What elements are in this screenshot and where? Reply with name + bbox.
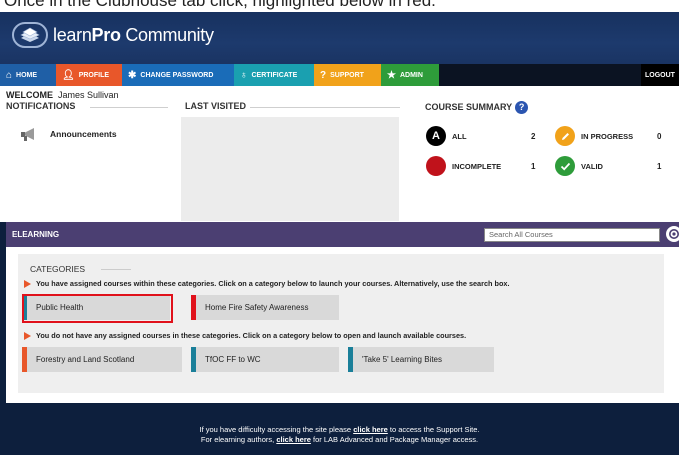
- nav-change-password[interactable]: ✱ CHANGE PASSWORD: [122, 64, 234, 86]
- welcome-message: WELCOME James Sullivan: [6, 90, 119, 100]
- logo-text-tail: Community: [120, 24, 214, 45]
- welcome-label: WELCOME: [6, 90, 53, 100]
- course-category-label: Forestry and Land Scotland: [36, 355, 135, 364]
- course-summary-title: COURSE SUMMARY?: [425, 101, 529, 114]
- nav-home[interactable]: ⌂ HOME: [0, 64, 56, 86]
- nav-change-password-label: CHANGE PASSWORD: [140, 71, 214, 79]
- check-icon: [555, 156, 575, 176]
- main-nav: ⌂ HOME 👤︎ PROFILE ✱ CHANGE PASSWORD ♁ CE…: [0, 64, 679, 86]
- logo-text-bold: Pro: [91, 24, 121, 45]
- nav-support-label: SUPPORT: [330, 71, 364, 79]
- summary-incomplete-count: 1: [531, 162, 536, 171]
- nav-certificate[interactable]: ♁ CERTIFICATE: [234, 64, 314, 86]
- course-category-label: 'Take 5' Learning Bites: [362, 355, 442, 364]
- learnpro-window: learnPro Community ⌂ HOME 👤︎ PROFILE ✱ C…: [0, 12, 679, 455]
- pencil-icon: [555, 126, 575, 146]
- dashboard-panel: WELCOME James Sullivan NOTIFICATIONS Ann…: [0, 86, 679, 222]
- logo[interactable]: learnPro Community: [12, 22, 214, 48]
- assigned-info: You have assigned courses within these c…: [24, 279, 510, 288]
- support-site-link[interactable]: click here: [353, 425, 388, 434]
- nav-profile-label: PROFILE: [78, 71, 110, 79]
- summary-incomplete[interactable]: INCOMPLETE: [426, 156, 501, 176]
- question-icon: ?: [320, 69, 327, 81]
- footer-line1-pre: If you have difficulty accessing the sit…: [199, 425, 354, 434]
- course-summary-label: COURSE SUMMARY: [425, 101, 513, 112]
- caption-strip: Once in the Clubhouse tab click, highlig…: [0, 0, 679, 12]
- course-category-home-fire-safety[interactable]: Home Fire Safety Awareness: [191, 295, 339, 320]
- caption-text: Once in the Clubhouse tab click, highlig…: [4, 0, 436, 10]
- category-color-stripe: [191, 347, 196, 372]
- nav-logout-label: LOGOUT: [645, 71, 675, 79]
- course-category-take5[interactable]: 'Take 5' Learning Bites: [348, 347, 494, 372]
- logo-icon: [12, 22, 48, 48]
- last-visited-divider: [250, 107, 400, 108]
- summary-valid[interactable]: VALID: [555, 156, 603, 176]
- all-badge-icon: A: [426, 126, 446, 146]
- nav-home-label: HOME: [16, 71, 38, 79]
- nav-logout[interactable]: LOGOUT: [641, 64, 679, 86]
- notification-announcements[interactable]: Announcements: [20, 126, 117, 142]
- site-footer: If you have difficulty accessing the sit…: [0, 403, 679, 455]
- notifications-divider: [90, 107, 168, 108]
- summary-in-progress[interactable]: IN PROGRESS: [555, 126, 633, 146]
- summary-valid-label: VALID: [581, 161, 603, 171]
- nav-admin-label: ADMIN: [399, 71, 423, 79]
- categories-title: CATEGORIES: [30, 264, 86, 274]
- user-icon: 👤︎: [62, 69, 75, 81]
- elearning-body: CATEGORIES You have assigned courses wit…: [6, 247, 679, 403]
- arrow-right-icon: [24, 331, 31, 340]
- nav-admin[interactable]: ★ ADMIN: [381, 64, 439, 86]
- summary-valid-count: 1: [657, 162, 662, 171]
- certificate-icon: ♁: [240, 69, 248, 81]
- footer-line2-pre: For elearning authors,: [200, 435, 277, 444]
- last-visited-box: [181, 117, 399, 221]
- course-category-forestry[interactable]: Forestry and Land Scotland: [22, 347, 182, 372]
- unassigned-info: You do not have any assigned courses in …: [24, 331, 466, 340]
- category-color-stripe: [22, 347, 27, 372]
- categories-panel: CATEGORIES You have assigned courses wit…: [18, 254, 664, 393]
- course-category-label: Home Fire Safety Awareness: [205, 303, 309, 312]
- incomplete-badge-icon: [426, 156, 446, 176]
- course-category-label: TfOC FF to WC: [205, 355, 261, 364]
- asterisk-icon: ✱: [128, 69, 137, 81]
- notifications-title: NOTIFICATIONS: [6, 101, 76, 111]
- summary-all[interactable]: A ALL: [426, 126, 467, 146]
- nav-support[interactable]: ? SUPPORT: [314, 64, 381, 86]
- summary-all-count: 2: [531, 132, 536, 141]
- unassigned-info-text: You do not have any assigned courses in …: [36, 331, 467, 340]
- nav-spacer: [439, 64, 641, 86]
- logo-text-light: learn: [53, 24, 92, 45]
- help-icon[interactable]: ?: [515, 101, 529, 114]
- category-color-stripe: [348, 347, 353, 372]
- announcements-label: Announcements: [50, 129, 117, 139]
- home-icon: ⌂: [6, 69, 13, 81]
- elearning-title: ELEARNING: [12, 230, 60, 239]
- summary-in-progress-count: 0: [657, 132, 662, 141]
- elearning-bar: ELEARNING Search All Courses: [6, 222, 679, 247]
- course-category-tfoc[interactable]: TfOC FF to WC: [191, 347, 339, 372]
- footer-authors-line: For elearning authors, click here for LA…: [0, 435, 679, 444]
- megaphone-icon: [21, 128, 34, 141]
- logo-wordmark: learnPro Community: [53, 25, 214, 46]
- categories-divider: [101, 269, 131, 270]
- footer-support-line: If you have difficulty accessing the sit…: [0, 425, 679, 434]
- star-icon: ★: [387, 69, 396, 81]
- summary-all-label: ALL: [452, 131, 467, 141]
- summary-incomplete-label: INCOMPLETE: [452, 161, 502, 171]
- category-color-stripe: [191, 295, 196, 320]
- last-visited-title: LAST VISITED: [185, 101, 247, 111]
- summary-in-progress-label: IN PROGRESS: [581, 131, 634, 141]
- welcome-user-name: James Sullivan: [58, 90, 119, 100]
- arrow-right-icon: [24, 279, 31, 288]
- nav-certificate-label: CERTIFICATE: [251, 71, 298, 79]
- footer-line2-post: for LAB Advanced and Package Manager acc…: [310, 435, 479, 444]
- lab-advanced-link[interactable]: click here: [276, 435, 311, 444]
- footer-line1-post: to access the Support Site.: [387, 425, 480, 434]
- highlight-box: [22, 294, 173, 323]
- nav-profile[interactable]: 👤︎ PROFILE: [56, 64, 122, 86]
- course-search-input[interactable]: Search All Courses: [484, 228, 660, 242]
- site-header: learnPro Community: [0, 12, 679, 64]
- search-icon[interactable]: [666, 226, 679, 242]
- assigned-info-text: You have assigned courses within these c…: [36, 279, 510, 288]
